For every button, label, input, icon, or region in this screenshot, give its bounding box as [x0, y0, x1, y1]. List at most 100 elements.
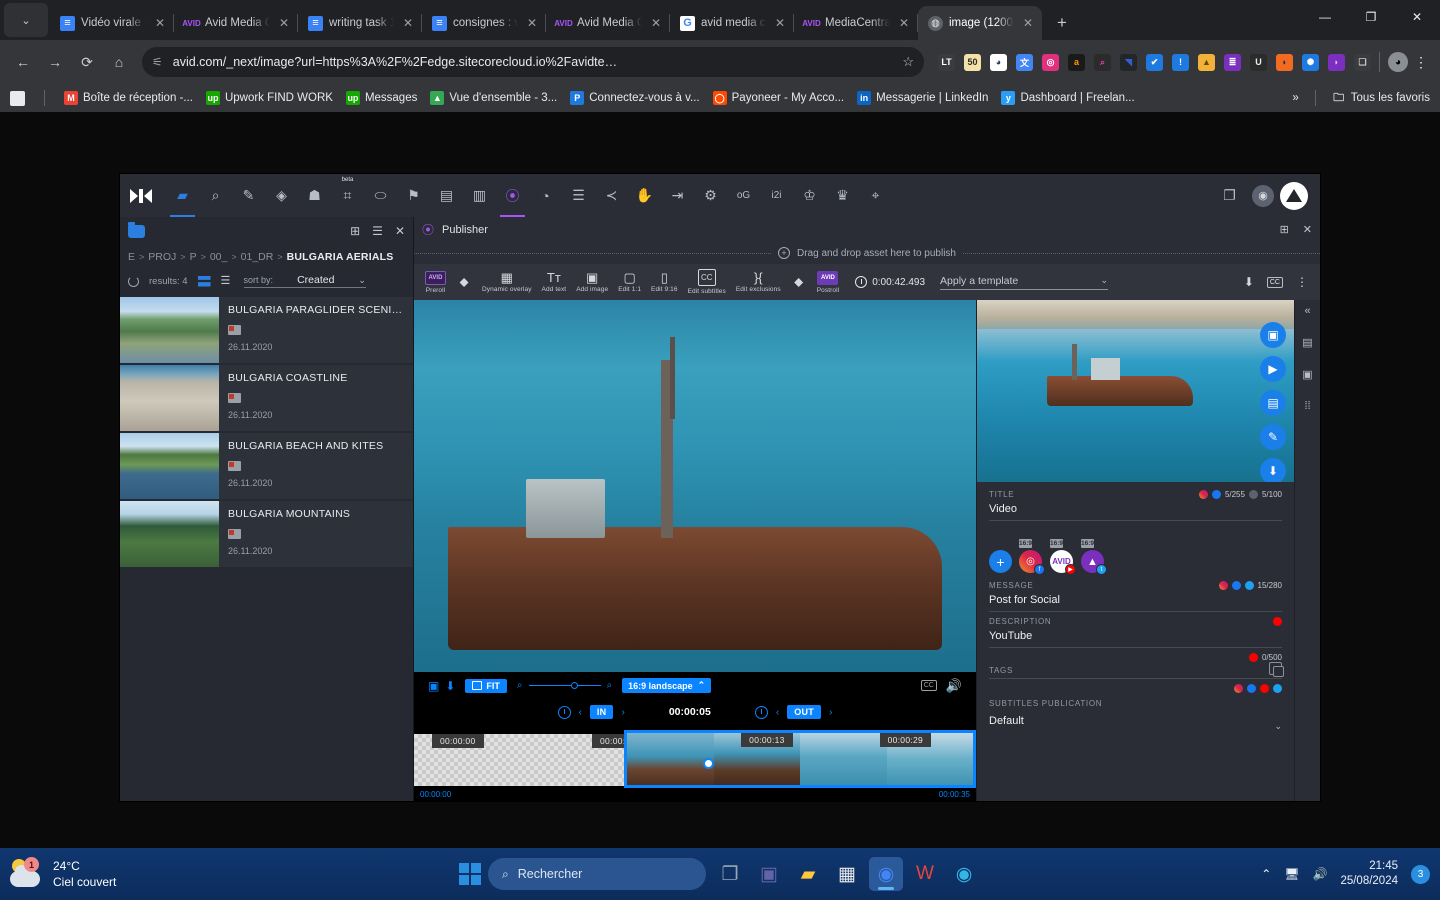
person-icon[interactable]: ☗	[298, 174, 331, 217]
edit-subtitles-button[interactable]: CC Edit subtitles	[683, 269, 731, 295]
breadcrumb-item[interactable]: P	[190, 251, 197, 263]
notes-extension[interactable]: ≣	[1224, 53, 1241, 71]
moon-extension[interactable]: ◗	[1276, 53, 1293, 71]
bookmark-star-icon[interactable]: ☆	[902, 54, 914, 70]
windows-start-icon[interactable]	[459, 863, 481, 885]
clock-icon[interactable]	[557, 705, 571, 719]
collapse-chevrons-icon[interactable]: «	[1304, 305, 1310, 317]
close-window-button[interactable]: ✕	[1394, 0, 1440, 34]
chatgpt-extension[interactable]: ✺	[1302, 53, 1319, 71]
home-button[interactable]: ⌂	[104, 47, 134, 77]
prev-frame-icon[interactable]: ‹	[579, 707, 582, 718]
new-tab-button[interactable]: +	[1048, 9, 1076, 37]
avid-logo[interactable]	[130, 188, 152, 203]
amazon-assistant-extension[interactable]: a	[1068, 53, 1085, 71]
tag-icon[interactable]: ⬭	[364, 174, 397, 217]
i2i-label-icon[interactable]: i2i	[760, 174, 793, 217]
wordcount-extension[interactable]: 50	[964, 53, 981, 71]
chevron-up-icon[interactable]: ⌃	[698, 680, 706, 691]
breadcrumb-item[interactable]: PROJ	[148, 251, 176, 263]
bookmark-item[interactable]: ▲ Vue d'ensemble - 3...	[430, 91, 557, 105]
volume-icon[interactable]: 🔊	[1312, 867, 1327, 881]
minimize-button[interactable]: —	[1302, 0, 1348, 34]
chrome-button[interactable]: ◉	[869, 857, 903, 891]
gallery-icon[interactable]: ▤	[1260, 390, 1286, 416]
avid-brand-icon[interactable]	[1280, 181, 1308, 210]
asset-list-item[interactable]: BULGARIA COASTLINE 26.11.2020	[120, 365, 413, 431]
pin-panel-icon[interactable]: ⊞	[350, 224, 360, 238]
network-icon[interactable]: 🖥	[1284, 867, 1299, 881]
add-text-button[interactable]: Tт Add text	[537, 271, 572, 293]
bookmark-icon[interactable]: ⚑	[397, 174, 430, 217]
browser-tab[interactable]: consignes : vid ✕	[422, 6, 546, 40]
social-channel-item[interactable]: 16:9 ▲ t	[1081, 532, 1107, 575]
og-label-icon[interactable]: oG	[727, 174, 760, 217]
browser-tab[interactable]: AVID MediaCentral ✕	[794, 6, 918, 40]
snapshot-icon[interactable]: ▣	[428, 679, 439, 693]
search-icon[interactable]: ⌕	[199, 174, 232, 217]
tab-close-button[interactable]: ✕	[152, 16, 168, 30]
download-icon[interactable]: ⬇	[1260, 458, 1286, 482]
bookmark-item[interactable]: y Dashboard | Freelan...	[1001, 91, 1135, 105]
file-explorer-button[interactable]: ▰	[791, 857, 825, 891]
tab-close-button[interactable]: ✕	[648, 16, 664, 30]
timeline-panel-icon[interactable]: ⁞⁞	[1300, 399, 1316, 413]
next-frame-icon[interactable]: ›	[829, 707, 832, 718]
download-icon[interactable]: ⬇	[1244, 275, 1254, 289]
subtitles-select[interactable]: Default ⌄	[989, 711, 1282, 732]
breadcrumb-item[interactable]: E	[128, 251, 135, 263]
grammar-extension[interactable]: ◕	[990, 53, 1007, 71]
teams-button[interactable]: ▣	[752, 857, 786, 891]
refresh-icon[interactable]	[128, 275, 139, 287]
bookmark-item[interactable]: ◯ Payoneer - My Acco...	[712, 91, 844, 105]
postroll-button[interactable]: AVID Postroll	[812, 270, 844, 294]
chevron-down-icon[interactable]: ⌄	[1274, 721, 1282, 732]
chevron-up-icon[interactable]: ⌃	[1261, 867, 1271, 881]
grid-view-icon[interactable]	[197, 275, 211, 287]
message-input[interactable]: Post for Social	[989, 590, 1282, 612]
notification-badge[interactable]: 3	[1411, 864, 1430, 884]
browser-tab[interactable]: AVID Avid Media Co ✕	[546, 6, 670, 40]
asset-list-item[interactable]: BULGARIA PARAGLIDER SCENICS 26.11.2020	[120, 297, 413, 363]
bookmark-item[interactable]: up Upwork FIND WORK	[205, 91, 333, 105]
languagetool-extension[interactable]: LT	[938, 53, 955, 71]
tab-close-button[interactable]: ✕	[524, 16, 540, 30]
out-point-button[interactable]: OUT	[787, 705, 822, 719]
pin-panel-icon[interactable]: ⊞	[1280, 223, 1289, 236]
address-bar[interactable]: ⚟ avid.com/_next/image?url=https%3A%2F%2…	[142, 47, 924, 77]
folder-icon[interactable]: ▰	[166, 174, 199, 217]
tab-close-button[interactable]: ✕	[772, 16, 788, 30]
chevron-down-icon[interactable]: ⌄	[1100, 275, 1108, 286]
zoom-search-icon[interactable]: ⌖	[859, 174, 892, 217]
tab-close-button[interactable]: ✕	[896, 16, 912, 30]
keyword-tool-extension[interactable]: ⌕	[1094, 53, 1111, 71]
breadcrumb-item[interactable]: BULGARIA AERIALS	[287, 251, 394, 263]
browser-tab[interactable]: AVID Avid Media Co ✕	[174, 6, 298, 40]
notes-icon[interactable]: ❐	[1213, 185, 1246, 207]
nimbus-extension[interactable]: ◥	[1120, 53, 1137, 71]
cc-icon[interactable]: CC	[1266, 276, 1283, 288]
tab-close-button[interactable]: ✕	[276, 16, 292, 30]
tab-close-button[interactable]: ✕	[1020, 16, 1036, 30]
layers-icon[interactable]: ◈	[265, 174, 298, 217]
edge-button[interactable]: ◉	[947, 857, 981, 891]
bookmark-item[interactable]: up Messages	[345, 91, 417, 105]
browser-tab[interactable]: writing task 19 ✕	[298, 6, 422, 40]
zoom-out-icon[interactable]: ⌕	[517, 680, 523, 691]
sort-select[interactable]: sort by: Created ⌄	[243, 274, 366, 288]
volume-icon[interactable]: 🔊	[946, 678, 962, 694]
bookmarks-overflow-button[interactable]: »	[1292, 92, 1298, 104]
taskbar-clock[interactable]: 21:45 25/08/2024	[1340, 859, 1398, 889]
description-input[interactable]: YouTube	[989, 626, 1282, 648]
timeline-selection[interactable]: 00:00:13 00:00:29	[624, 730, 976, 788]
maximize-button[interactable]: ❐	[1348, 0, 1394, 34]
marker-in-button[interactable]: ⬥	[451, 275, 477, 290]
edit-1-1-button[interactable]: ▢ Edit 1:1	[613, 271, 646, 293]
tab-search-button[interactable]: ⌄	[4, 3, 48, 37]
add-channel-button[interactable]: +	[989, 550, 1012, 573]
marker-out-button[interactable]: ⬥	[786, 275, 812, 290]
aspect-ratio-selector[interactable]: 16:9 landscape ⌃	[622, 678, 712, 693]
edit-list-icon[interactable]: ✎	[232, 174, 265, 217]
chrome-menu-icon[interactable]: ⋮	[1410, 54, 1432, 71]
browser-tab[interactable]: Gavid media co ✕	[670, 6, 794, 40]
